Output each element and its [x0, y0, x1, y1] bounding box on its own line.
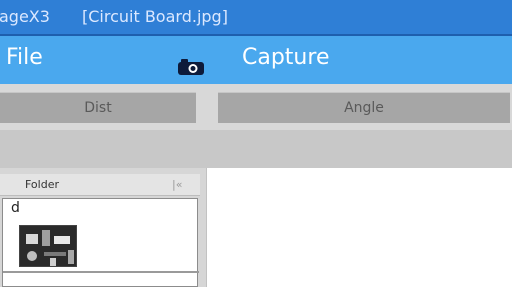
tool-strip	[0, 130, 512, 168]
dist-button[interactable]: Dist	[0, 92, 196, 123]
folder-tree-item[interactable]: d	[11, 200, 20, 216]
folder-panel: Folder |« d	[0, 168, 206, 287]
menu-bar: File Capture	[0, 36, 512, 84]
item-divider	[3, 271, 199, 273]
menu-capture[interactable]: Capture	[242, 45, 329, 70]
angle-button[interactable]: Angle	[218, 92, 510, 123]
app-title: ageX3	[0, 7, 50, 26]
measure-toolbar: Dist Angle	[0, 84, 512, 130]
window-titlebar: ageX3 [Circuit Board.jpg]	[0, 0, 512, 36]
camera-icon[interactable]	[178, 56, 204, 75]
circuit-board-thumbnail[interactable]	[19, 225, 77, 267]
document-title: [Circuit Board.jpg]	[82, 7, 228, 26]
folder-tree: d	[2, 198, 199, 287]
folder-header-label: Folder	[25, 178, 59, 191]
image-view[interactable]	[206, 168, 512, 287]
collapse-icon[interactable]: |«	[172, 174, 182, 196]
menu-file[interactable]: File	[6, 45, 43, 70]
folder-panel-header: Folder |«	[0, 174, 200, 196]
